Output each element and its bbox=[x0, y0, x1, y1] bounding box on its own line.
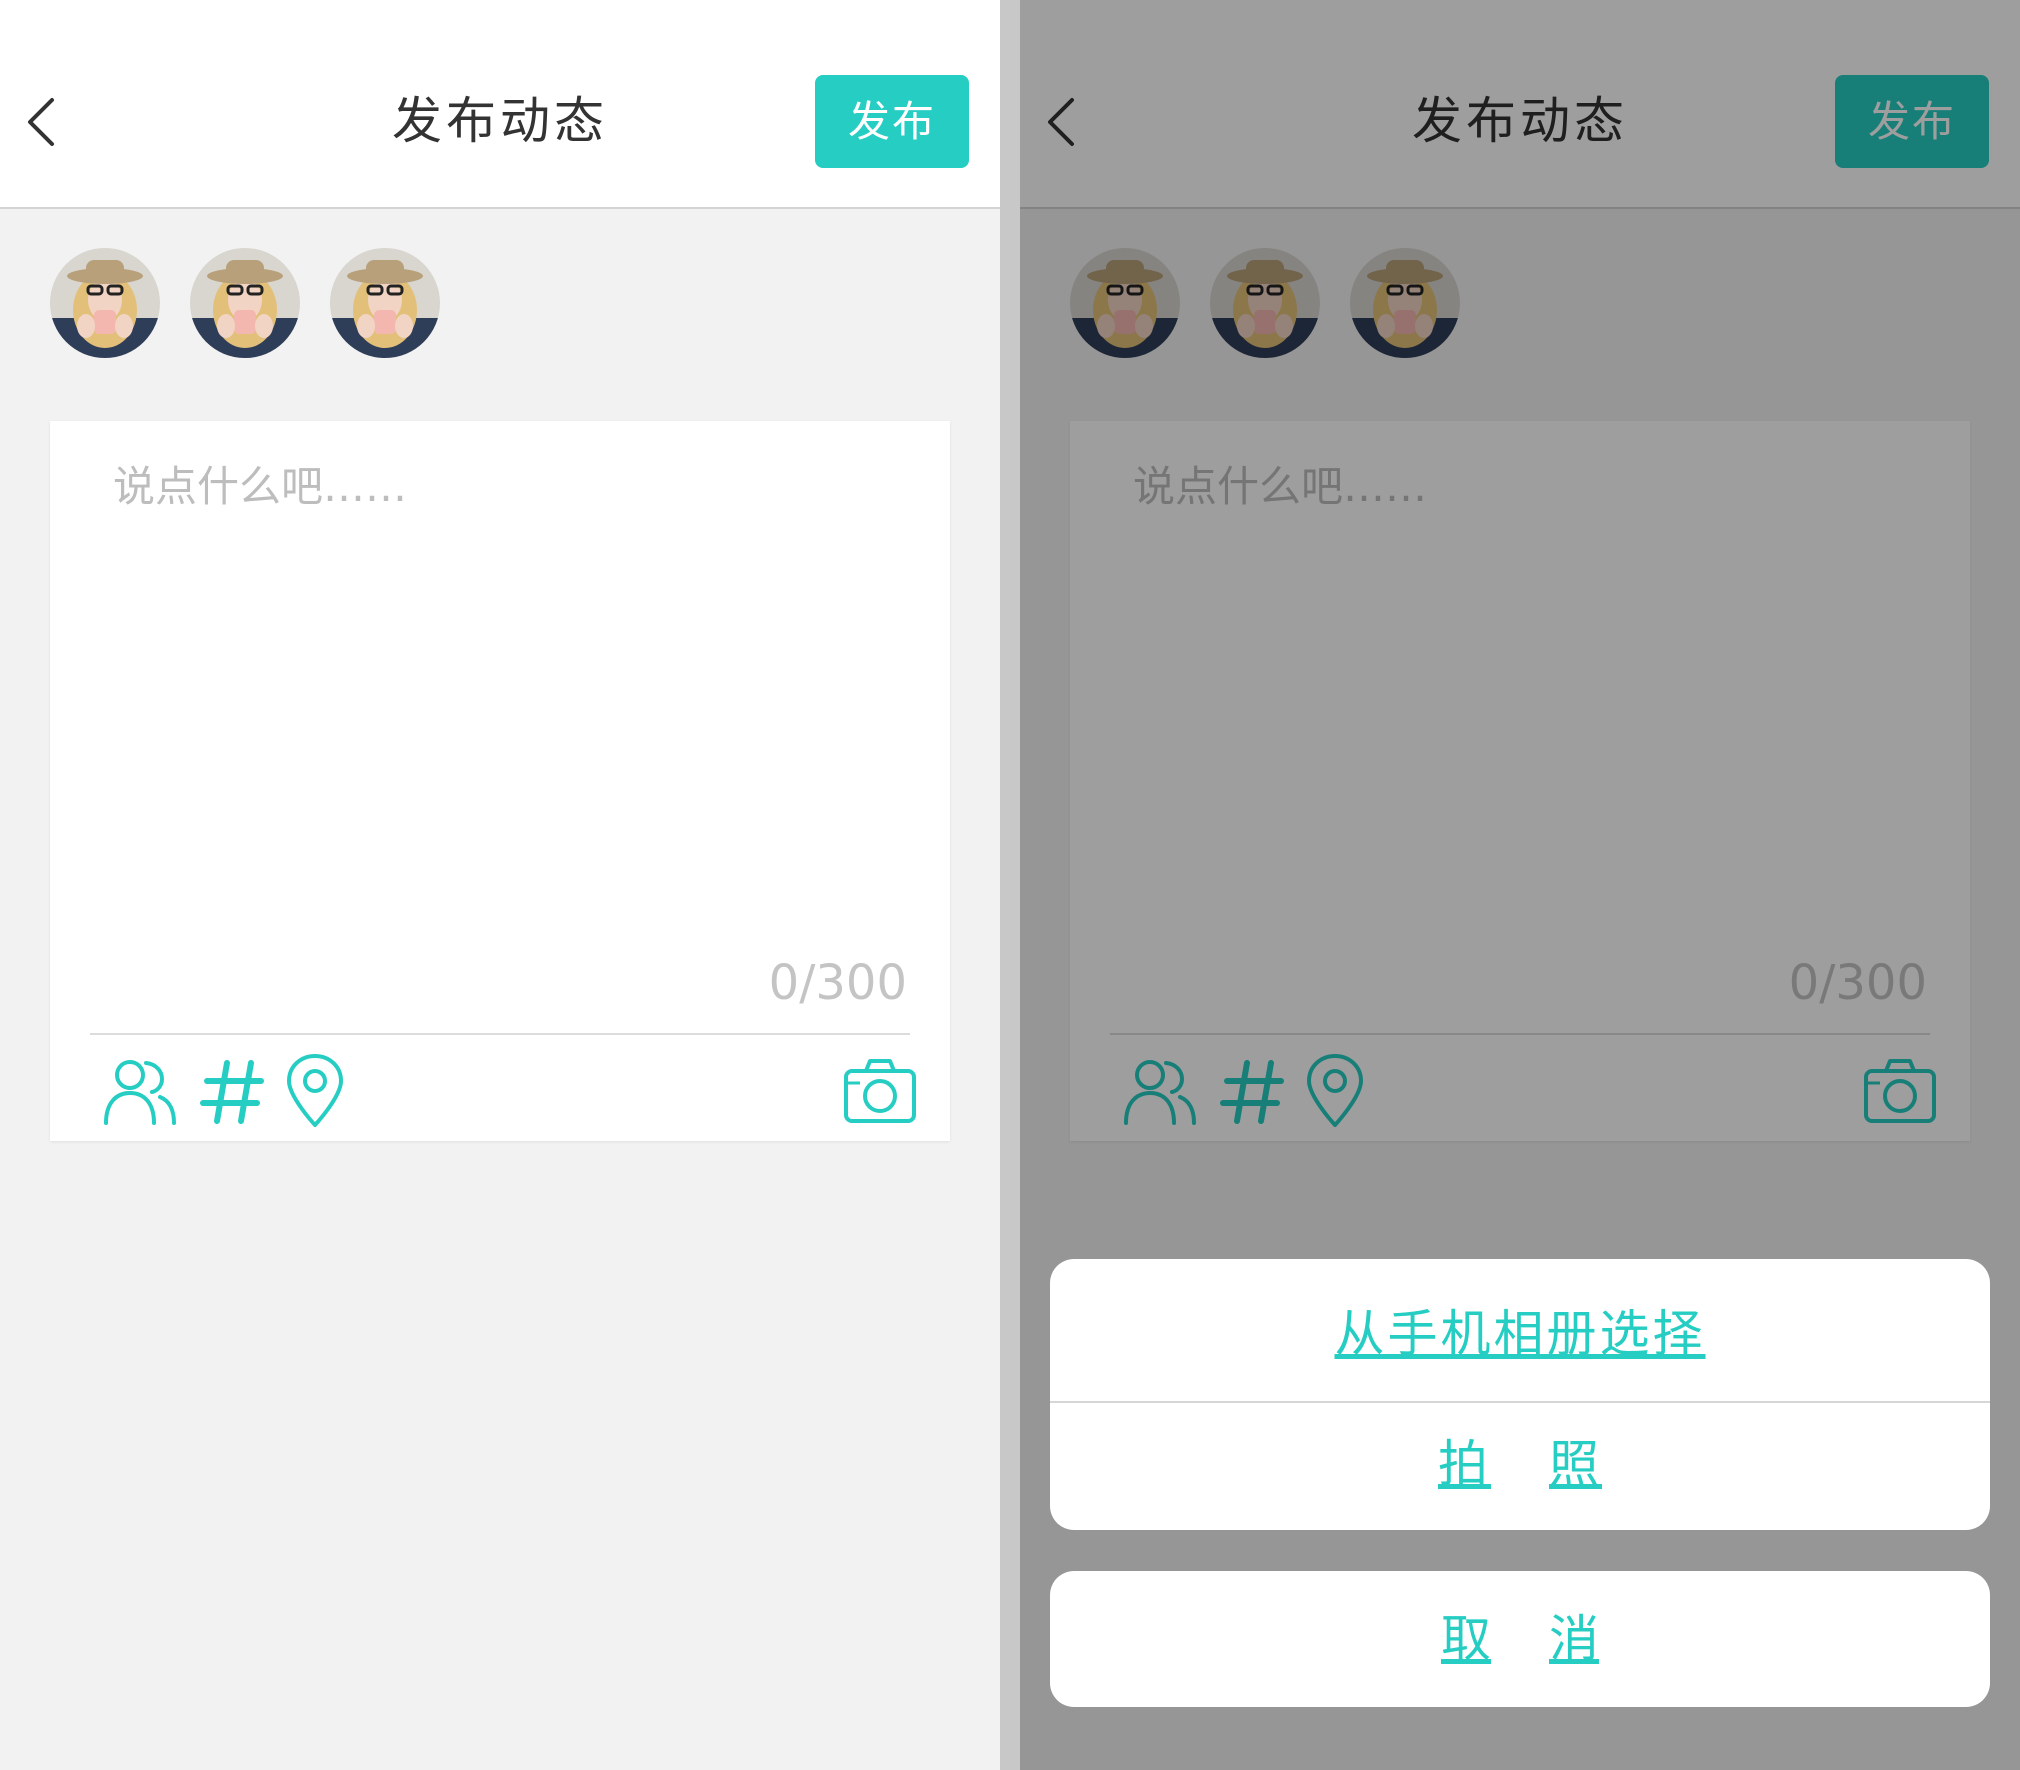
take-photo-option[interactable]: 拍照 bbox=[1050, 1434, 1990, 1494]
camera-icon[interactable] bbox=[840, 1051, 920, 1131]
cancel-label-1: 取 bbox=[1441, 1610, 1491, 1668]
action-sheet: 从手机相册选择 拍照 bbox=[1050, 1259, 1990, 1530]
compose-placeholder[interactable]: 说点什么吧…… bbox=[113, 457, 407, 517]
avatar[interactable] bbox=[330, 248, 440, 358]
divider bbox=[1050, 1401, 1990, 1403]
char-counter: 0/300 bbox=[768, 955, 907, 1011]
cancel-label-2: 消 bbox=[1549, 1610, 1599, 1668]
compose-screen-with-sheet: 发布动态 发布 说点什么吧…… 0/300 从手机相册选择 拍 照 取 消 bbox=[1020, 0, 2020, 1770]
compose-screen: 发布动态 发布 说点什么吧…… 0/300 bbox=[0, 0, 1000, 1770]
divider bbox=[90, 1033, 910, 1035]
avatar[interactable] bbox=[50, 248, 160, 358]
users-icon[interactable] bbox=[100, 1051, 180, 1131]
compose-card[interactable]: 说点什么吧…… 0/300 bbox=[50, 421, 950, 1141]
cancel-button[interactable]: 取消 bbox=[1050, 1609, 1990, 1669]
avatar[interactable] bbox=[190, 248, 300, 358]
location-pin-icon[interactable] bbox=[275, 1051, 355, 1131]
publish-button[interactable]: 发布 bbox=[815, 75, 969, 168]
navbar: 发布动态 发布 bbox=[0, 0, 1000, 209]
hashtag-icon[interactable] bbox=[195, 1051, 275, 1131]
choose-from-album-option[interactable]: 从手机相册选择 bbox=[1050, 1304, 1990, 1364]
cancel-sheet: 取消 bbox=[1050, 1571, 1990, 1707]
take-photo-label-2: 照 bbox=[1549, 1435, 1602, 1493]
screen-divider bbox=[1000, 0, 1020, 1770]
take-photo-label-1: 拍 bbox=[1438, 1435, 1491, 1493]
